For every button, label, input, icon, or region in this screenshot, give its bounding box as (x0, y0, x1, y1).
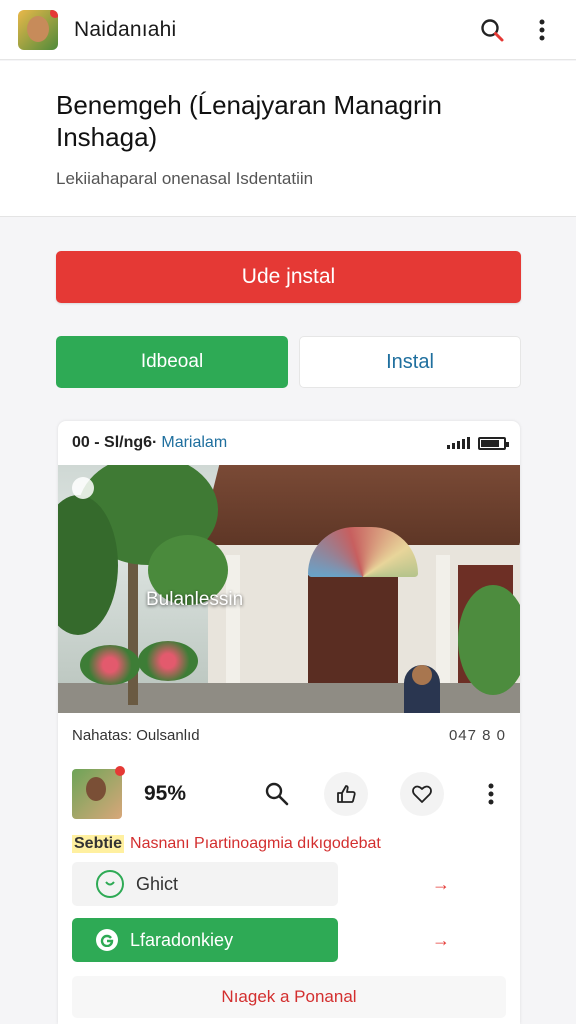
app-avatar[interactable] (18, 9, 58, 50)
preview-status-bar: 00 - Sl/ng6· Marialam (58, 421, 520, 465)
more-vert-icon[interactable] (476, 772, 506, 816)
thumbs-up-icon[interactable] (324, 772, 368, 816)
status-location-link[interactable]: Marialam (161, 434, 227, 452)
chat-icon (96, 870, 124, 898)
preview-action-row: 95% (58, 757, 520, 831)
preview-tagline: Sebtie Nasnanı Pıartinoagmia dıkıgodebat (58, 831, 520, 857)
tag-label: Sebtie (72, 835, 125, 853)
notification-dot (50, 9, 58, 18)
signal-icon (447, 437, 470, 449)
chat-option-button[interactable]: Ghict (72, 862, 338, 906)
photo-caption: Bulanlessin (146, 589, 244, 610)
meta-label: Nahatas: Oulsanlıd (72, 726, 200, 744)
battery-icon (478, 436, 509, 450)
user-avatar[interactable] (72, 766, 125, 819)
preview-photo[interactable]: Bulanlessin (58, 465, 520, 713)
chat-option-label: Ghict (136, 873, 179, 894)
page-subtitle: Lekiiahaparal onenasal Isdentatiin (56, 169, 314, 188)
open-button[interactable]: Idbeoal (56, 336, 288, 388)
heart-icon[interactable] (400, 772, 444, 816)
photo-badge (72, 477, 94, 499)
arrow-right-icon[interactable]: → (432, 874, 450, 895)
google-option-button[interactable]: Lfaradonkiey (72, 918, 338, 962)
google-option-label: Lfaradonkiey (130, 929, 234, 950)
app-preview-card: 00 - Sl/ng6· Marialam Bulanlessin Nahata… (58, 421, 520, 1024)
rating-percent: 95% (144, 782, 187, 805)
search-icon[interactable] (262, 772, 292, 816)
footer-action-button[interactable]: Nıagek a Ponanal (72, 976, 506, 1018)
header-card: Benemgeh (Ĺenajyaran Managrin Inshaga) L… (0, 61, 576, 217)
install-button[interactable]: Instal (299, 336, 521, 388)
app-title: Naidanıahi (74, 17, 177, 41)
option-row-google: Lfaradonkiey → (72, 918, 506, 962)
arrow-right-icon[interactable]: → (432, 930, 450, 951)
tag-text: Nasnanı Pıartinoagmia dıkıgodebat (130, 835, 381, 852)
meta-value: 047 8 0 (448, 726, 506, 744)
uninstall-button[interactable]: Ude jnstal (56, 251, 521, 303)
top-app-bar: Naidanıahi (0, 0, 576, 60)
page-title: Benemgeh (Ĺenajyaran Managrin Inshaga) (56, 90, 442, 152)
search-icon[interactable] (476, 14, 508, 46)
option-row-chat: Ghict → (72, 862, 506, 906)
google-g-icon (96, 929, 118, 951)
more-vert-icon[interactable] (526, 14, 558, 46)
preview-meta-row: Nahatas: Oulsanlıd 047 8 0 (58, 713, 520, 757)
status-time: 00 - Sl/ng6· (72, 434, 158, 451)
